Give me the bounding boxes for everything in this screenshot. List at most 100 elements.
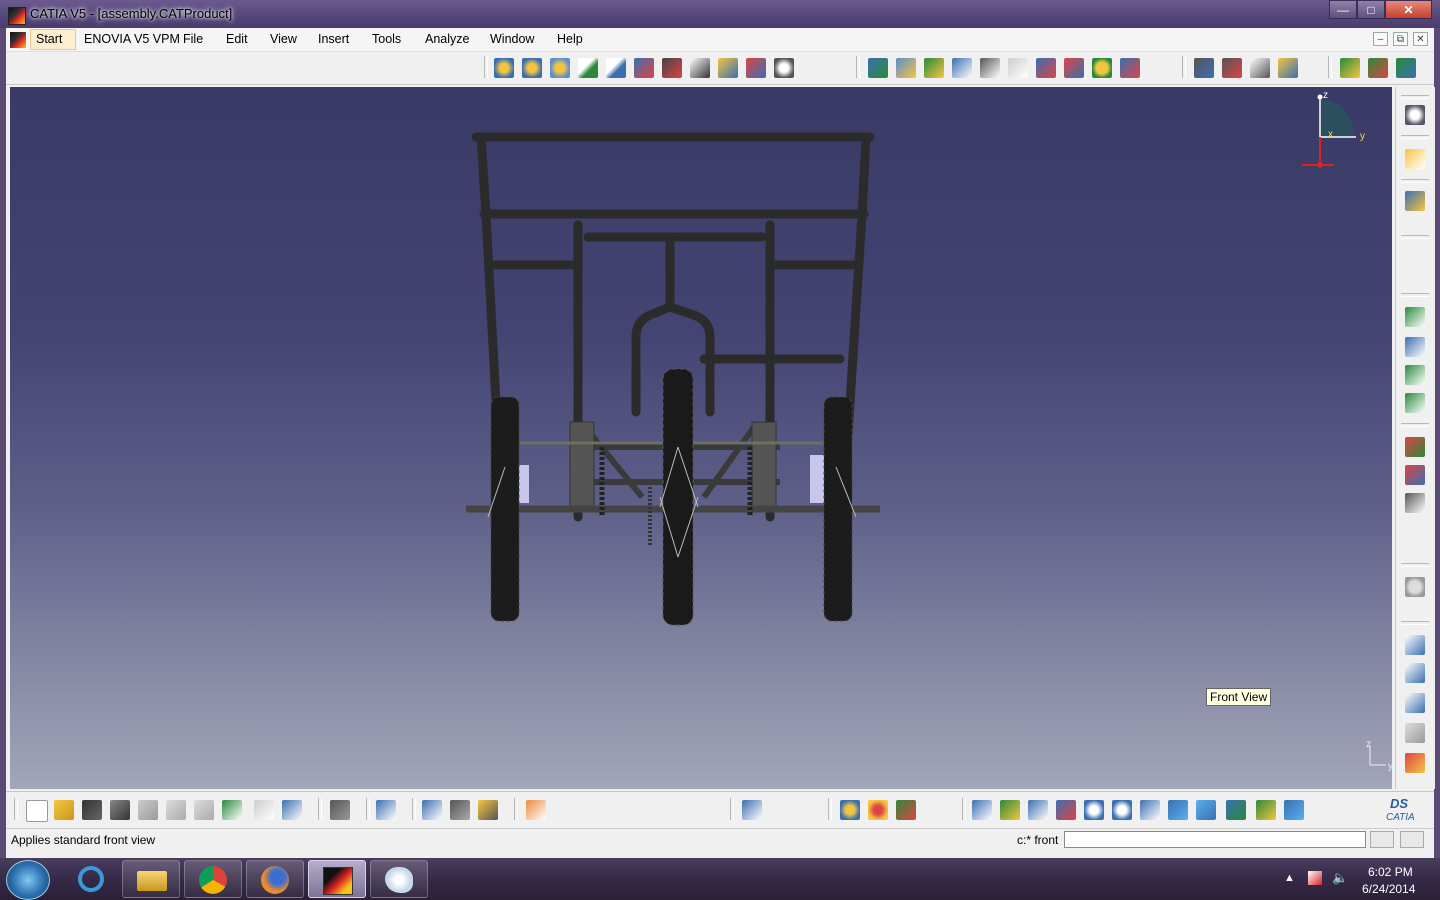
multi-instantiation-icon[interactable] bbox=[718, 58, 738, 78]
graph-tree-reorder-icon[interactable] bbox=[606, 58, 626, 78]
mdi-minimize-button[interactable]: – bbox=[1373, 32, 1388, 46]
3d-viewport[interactable]: z x y Front View z y bbox=[10, 87, 1392, 789]
paint-icon[interactable] bbox=[370, 860, 428, 898]
menu-enovia[interactable]: ENOVIA V5 VPM bbox=[84, 32, 180, 46]
flag-note-icon[interactable] bbox=[1405, 693, 1425, 713]
menu-window[interactable]: Window bbox=[490, 32, 534, 46]
measure-between-icon[interactable] bbox=[422, 800, 442, 820]
assembly-design-icon[interactable] bbox=[1405, 191, 1425, 211]
select-arrow-icon[interactable] bbox=[1405, 149, 1425, 169]
menu-file[interactable]: File bbox=[183, 32, 203, 46]
zoom-out-icon[interactable] bbox=[1112, 800, 1132, 820]
copy-icon[interactable] bbox=[166, 800, 186, 820]
render-icon[interactable] bbox=[868, 800, 888, 820]
fast-multi-instantiation-icon[interactable] bbox=[746, 58, 766, 78]
publication-icon[interactable] bbox=[774, 58, 794, 78]
fix-component-icon[interactable] bbox=[1405, 437, 1425, 457]
shading-icon[interactable] bbox=[1226, 800, 1246, 820]
generative-icon[interactable] bbox=[896, 800, 916, 820]
compass-widget[interactable]: z x y bbox=[1288, 89, 1368, 179]
annotation-icon[interactable] bbox=[1405, 635, 1425, 655]
command-input[interactable] bbox=[1064, 831, 1366, 848]
anchor-icon[interactable] bbox=[980, 58, 1000, 78]
apply-material-icon[interactable] bbox=[840, 800, 860, 820]
menu-view[interactable]: View bbox=[270, 32, 297, 46]
smart-move-icon[interactable] bbox=[924, 58, 944, 78]
working-support-icon[interactable] bbox=[742, 800, 762, 820]
volume-icon[interactable]: 🔈 bbox=[1332, 870, 1348, 886]
internet-explorer-icon[interactable] bbox=[62, 860, 120, 898]
reuse-pattern-icon[interactable] bbox=[1120, 58, 1140, 78]
explode-icon[interactable] bbox=[952, 58, 972, 78]
hide-show-icon[interactable] bbox=[1256, 800, 1276, 820]
generate-numbering-icon[interactable] bbox=[634, 58, 654, 78]
firefox-icon[interactable] bbox=[246, 860, 304, 898]
action-center-flag-icon[interactable] bbox=[1308, 871, 1322, 885]
start-orb-icon[interactable] bbox=[6, 860, 50, 900]
cut-icon[interactable] bbox=[138, 800, 158, 820]
menu-tools[interactable]: Tools bbox=[372, 32, 401, 46]
gear-settings-icon[interactable] bbox=[1405, 105, 1425, 125]
rotate-icon[interactable] bbox=[1056, 800, 1076, 820]
measure-icon[interactable] bbox=[1278, 58, 1298, 78]
sectioning-icon[interactable] bbox=[1222, 58, 1242, 78]
contact-constraint-icon[interactable] bbox=[1405, 337, 1425, 357]
menu-help[interactable]: Help bbox=[557, 32, 583, 46]
refresh-icon[interactable] bbox=[1405, 577, 1425, 597]
capture-camera-icon[interactable] bbox=[330, 800, 350, 820]
update-icon[interactable] bbox=[1092, 58, 1112, 78]
redo-icon[interactable] bbox=[254, 800, 274, 820]
command-button-1[interactable] bbox=[1370, 831, 1394, 848]
clock-date[interactable]: 6/24/2014 bbox=[1362, 882, 1415, 896]
minimize-button[interactable]: — bbox=[1329, 0, 1357, 19]
offset-constraint-icon[interactable] bbox=[1405, 365, 1425, 385]
mdi-close-button[interactable]: ✕ bbox=[1413, 32, 1428, 46]
apply-scene-icon[interactable] bbox=[1396, 58, 1416, 78]
whats-this-help-icon[interactable] bbox=[282, 800, 302, 820]
menu-insert[interactable]: Insert bbox=[318, 32, 349, 46]
normal-view-icon[interactable] bbox=[1140, 800, 1160, 820]
print-icon[interactable] bbox=[110, 800, 130, 820]
undo-icon[interactable] bbox=[222, 800, 242, 820]
fix-together-icon[interactable] bbox=[1036, 58, 1056, 78]
clash-icon[interactable] bbox=[1194, 58, 1214, 78]
change-constraint-icon[interactable] bbox=[1405, 493, 1425, 513]
snap-icon[interactable] bbox=[896, 58, 916, 78]
replace-component-icon[interactable] bbox=[578, 58, 598, 78]
command-button-2[interactable] bbox=[1400, 831, 1424, 848]
paste-icon[interactable] bbox=[194, 800, 214, 820]
quick-constraint-icon[interactable] bbox=[1064, 58, 1084, 78]
manage-representations-icon[interactable] bbox=[690, 58, 710, 78]
close-button[interactable]: ✕ bbox=[1385, 0, 1432, 19]
selective-load-icon[interactable] bbox=[662, 58, 682, 78]
manipulation-icon[interactable] bbox=[868, 58, 888, 78]
clock-time[interactable]: 6:02 PM bbox=[1368, 865, 1413, 879]
show-hidden-icons-icon[interactable]: ▲ bbox=[1284, 872, 1295, 884]
weld-icon[interactable] bbox=[1405, 723, 1425, 743]
multi-view-icon[interactable] bbox=[1168, 800, 1188, 820]
menu-analyze[interactable]: Analyze bbox=[425, 32, 469, 46]
measure-inertia-icon[interactable] bbox=[478, 800, 498, 820]
scenes-icon[interactable] bbox=[1340, 58, 1360, 78]
save-icon[interactable] bbox=[82, 800, 102, 820]
coincidence-constraint-icon[interactable] bbox=[1405, 307, 1425, 327]
catia-app-icon[interactable] bbox=[8, 7, 26, 25]
maximize-button[interactable]: □ bbox=[1357, 0, 1385, 19]
fly-mode-icon[interactable] bbox=[972, 800, 992, 820]
view-annotation-icon[interactable] bbox=[1405, 753, 1425, 773]
menu-edit[interactable]: Edit bbox=[226, 32, 248, 46]
catalog-browser-icon[interactable] bbox=[376, 800, 396, 820]
grid-icon[interactable] bbox=[526, 800, 546, 820]
file-explorer-icon[interactable] bbox=[122, 860, 180, 898]
sketch-icon[interactable] bbox=[1008, 58, 1028, 78]
product-gear-icon[interactable] bbox=[494, 58, 514, 78]
pan-icon[interactable] bbox=[1028, 800, 1048, 820]
enhanced-scene-icon[interactable] bbox=[1368, 58, 1388, 78]
measure-item-icon[interactable] bbox=[450, 800, 470, 820]
catia-taskbar-button[interactable] bbox=[308, 860, 366, 898]
menu-start[interactable]: Start bbox=[30, 29, 76, 50]
existing-component-icon[interactable] bbox=[550, 58, 570, 78]
text-with-leader-icon[interactable] bbox=[1405, 663, 1425, 683]
chrome-icon[interactable] bbox=[184, 860, 242, 898]
distance-analysis-icon[interactable] bbox=[1250, 58, 1270, 78]
